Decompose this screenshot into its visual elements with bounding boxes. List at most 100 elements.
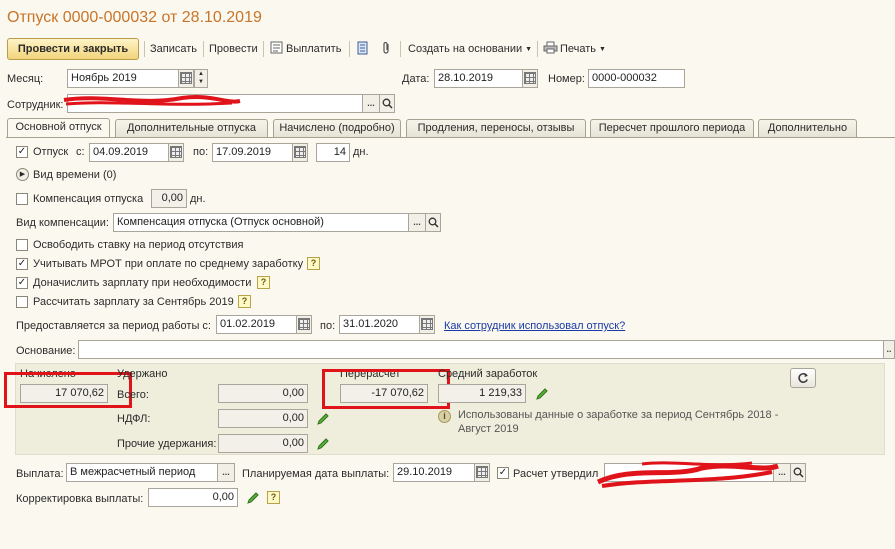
month-label: Месяц:: [7, 73, 44, 85]
spin-down-icon: ▼: [198, 79, 204, 85]
ndfl-value: 0,00: [218, 409, 308, 428]
adjust-label: Корректировка выплаты:: [16, 493, 144, 505]
tab-accrued-detailed[interactable]: Начислено (подробно): [273, 119, 401, 137]
avg-earnings-edit-icon[interactable]: [535, 387, 549, 401]
compensation-type-input[interactable]: Компенсация отпуска (Отпуск основной): [113, 213, 409, 232]
basis-label: Основание:: [16, 345, 76, 357]
work-period-from-input[interactable]: 01.02.2019: [216, 315, 297, 334]
adjust-edit-icon[interactable]: [246, 491, 260, 505]
search-icon: [428, 217, 439, 228]
tab-additional[interactable]: Дополнительно: [758, 119, 857, 137]
tab-extensions[interactable]: Продления, переносы, отзывы: [406, 119, 586, 137]
post-and-close-button[interactable]: Провести и закрыть: [7, 38, 139, 60]
vacation-to-calendar[interactable]: [292, 143, 308, 162]
date-input[interactable]: 28.10.2019: [434, 69, 523, 88]
pay-button[interactable]: Выплатить: [270, 40, 341, 58]
number-input[interactable]: 0000-000032: [588, 69, 685, 88]
vacation-checkbox[interactable]: ✓: [16, 146, 28, 158]
toolbar-separator: [349, 41, 350, 57]
vacation-from-label: с:: [76, 146, 85, 158]
compensation-type-search-button[interactable]: [425, 213, 441, 232]
payout-input[interactable]: В межрасчетный период: [66, 463, 218, 482]
total-withheld-label: Всего:: [117, 389, 149, 401]
calc-salary-checkbox[interactable]: [16, 296, 28, 308]
calc-salary-help-icon[interactable]: ?: [238, 295, 251, 308]
window-title: Отпуск 0000-000032 от 28.10.2019: [7, 9, 262, 26]
redacted-scribble: [596, 461, 779, 488]
adjust-input[interactable]: 0,00: [148, 488, 238, 507]
mrot-help-icon[interactable]: ?: [307, 257, 320, 270]
compensation-days-input[interactable]: 0,00: [151, 189, 187, 208]
work-period-to-calendar[interactable]: [419, 315, 435, 334]
vacation-to-label: по:: [193, 146, 209, 158]
work-period-label: Предоставляется за период работы с:: [16, 320, 211, 332]
save-button[interactable]: Записать: [150, 40, 197, 58]
employee-select-button[interactable]: ...: [362, 94, 380, 113]
tab-main-vacation[interactable]: Основной отпуск: [7, 118, 110, 138]
approved-search-button[interactable]: [790, 463, 806, 482]
toolbar-separator: [203, 41, 204, 57]
calendar-icon: [421, 318, 433, 330]
withheld-label: Удержано: [117, 368, 168, 380]
other-withholdings-edit-icon[interactable]: [316, 437, 330, 451]
adjust-help-icon[interactable]: ?: [267, 491, 280, 504]
planned-date-calendar[interactable]: [474, 463, 490, 482]
vacation-from-input[interactable]: 04.09.2019: [89, 143, 169, 162]
basis-input[interactable]: [78, 340, 884, 359]
create-based-on-button[interactable]: Создать на основании ▼: [408, 40, 532, 58]
calendar-icon: [298, 318, 310, 330]
calendar-icon: [180, 72, 192, 84]
payout-select-button[interactable]: ...: [217, 463, 235, 482]
vacation-to-input[interactable]: 17.09.2019: [212, 143, 293, 162]
number-label: Номер:: [548, 73, 585, 85]
work-period-to-input[interactable]: 31.01.2020: [339, 315, 420, 334]
vacation-days-input[interactable]: 14: [316, 143, 350, 162]
release-rate-checkbox[interactable]: [16, 239, 28, 251]
additional-accrual-help-icon[interactable]: ?: [257, 276, 270, 289]
month-calendar-button[interactable]: [178, 69, 194, 88]
refresh-button[interactable]: [790, 368, 816, 388]
employee-search-button[interactable]: [379, 94, 395, 113]
redacted-scribble: [63, 95, 241, 106]
additional-accrual-checkbox[interactable]: ✓: [16, 277, 28, 289]
ndfl-label: НДФЛ:: [117, 413, 151, 425]
expand-time-type-button[interactable]: ▶: [16, 168, 29, 181]
journal-button[interactable]: [357, 40, 368, 58]
search-icon: [382, 98, 393, 109]
work-period-from-calendar[interactable]: [296, 315, 312, 334]
vacation-from-calendar[interactable]: [168, 143, 184, 162]
mrot-checkbox[interactable]: ✓: [16, 258, 28, 270]
journal-icon: [357, 41, 368, 55]
compensation-days-unit: дн.: [190, 193, 206, 205]
approved-checkbox[interactable]: ✓: [497, 467, 509, 479]
toolbar-separator: [400, 41, 401, 57]
date-label: Дата:: [402, 73, 430, 85]
toolbar-separator: [537, 41, 538, 57]
paperclip-icon: [383, 41, 389, 54]
payout-label: Выплата:: [16, 468, 64, 480]
time-type-label[interactable]: Вид времени (0): [33, 168, 116, 182]
pay-label: Выплатить: [286, 43, 342, 55]
vacation-usage-link[interactable]: Как сотрудник использовал отпуск?: [444, 319, 625, 333]
other-withholdings-value: 0,00: [218, 434, 308, 453]
attach-button[interactable]: [382, 40, 391, 58]
compensation-checkbox[interactable]: [16, 193, 28, 205]
calendar-icon: [476, 466, 488, 478]
tab-additional-vacations[interactable]: Дополнительные отпуска: [115, 119, 268, 137]
tab-recalc-previous[interactable]: Пересчет прошлого периода: [590, 119, 754, 137]
vacation-label: Отпуск: [33, 146, 69, 158]
print-button[interactable]: Печать ▼: [543, 40, 606, 58]
planned-date-input[interactable]: 29.10.2019: [393, 463, 475, 482]
print-label: Печать: [560, 43, 597, 55]
compensation-type-select-button[interactable]: ...: [408, 213, 426, 232]
ndfl-edit-icon[interactable]: [316, 412, 330, 426]
employee-label: Сотрудник:: [7, 99, 64, 111]
basis-select-button[interactable]: ..: [883, 340, 895, 359]
tab-divider: [6, 137, 895, 138]
month-spinner[interactable]: ▲ ▼: [194, 69, 208, 88]
create-based-label: Создать на основании: [408, 43, 523, 55]
earnings-info-text: Использованы данные о заработке за перио…: [458, 409, 779, 435]
month-input[interactable]: Ноябрь 2019: [67, 69, 179, 88]
date-calendar-button[interactable]: [522, 69, 538, 88]
post-button[interactable]: Провести: [209, 40, 258, 58]
